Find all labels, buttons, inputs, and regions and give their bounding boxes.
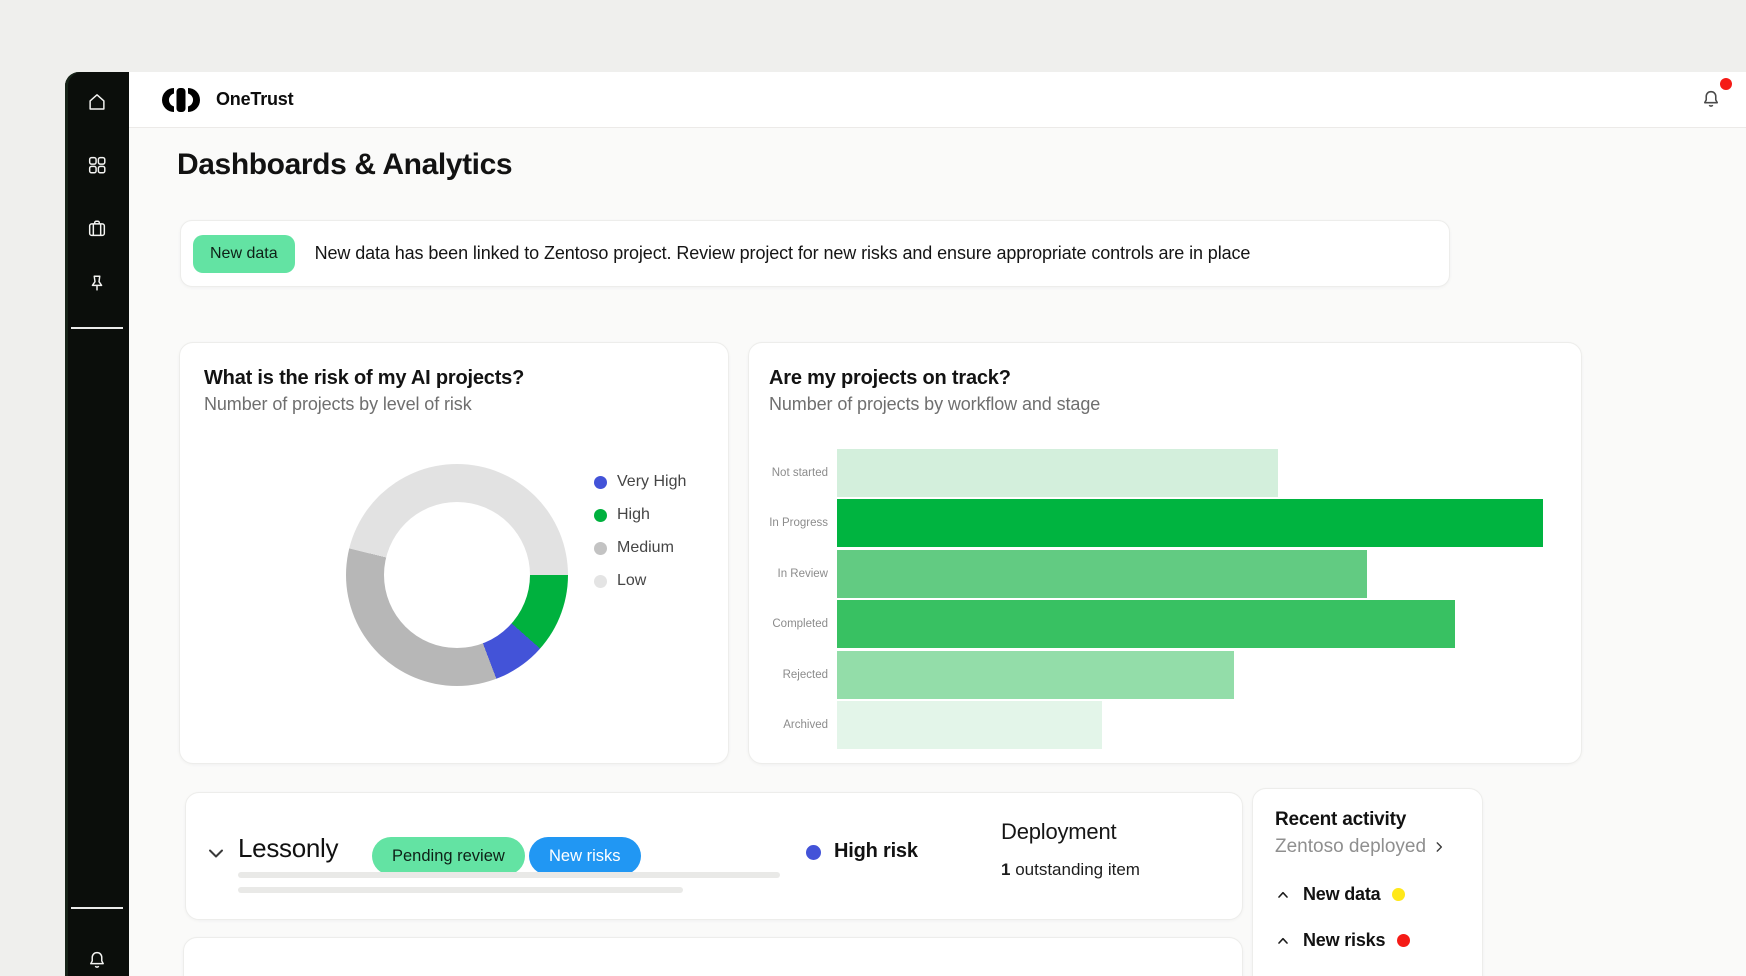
- recent-item-new-risks[interactable]: New risks: [1275, 930, 1460, 951]
- chevron-up-icon[interactable]: [1275, 933, 1291, 949]
- legend-item: Very High: [594, 472, 686, 492]
- bar-row: Completed: [749, 600, 1581, 648]
- donut-hole: [384, 502, 530, 648]
- skeleton-line: [238, 872, 780, 878]
- legend-label: High: [617, 506, 650, 524]
- zentoso-deployed-link[interactable]: Zentoso deployed: [1275, 836, 1460, 858]
- bar-category-label: Completed: [749, 600, 837, 648]
- workflow-chart-title: Are my projects on track?: [769, 367, 1011, 390]
- brand-name: OneTrust: [216, 89, 293, 110]
- zentoso-deployed-label: Zentoso deployed: [1275, 836, 1426, 858]
- bar-row: In Review: [749, 550, 1581, 598]
- risk-chart-card: What is the risk of my AI projects? Numb…: [179, 342, 729, 764]
- high-risk-dot: [806, 845, 821, 860]
- workflow-chart-subtitle: Number of projects by workflow and stage: [769, 394, 1100, 415]
- top-header: OneTrust: [129, 72, 1746, 128]
- legend-item: Low: [594, 571, 686, 591]
- bar-category-label: Rejected: [749, 651, 837, 699]
- bar-row: In Progress: [749, 499, 1581, 547]
- apps-grid-icon[interactable]: [86, 154, 108, 176]
- sidebar-divider: [71, 327, 123, 329]
- page-title: Dashboards & Analytics: [177, 148, 512, 182]
- bar-row: Not started: [749, 449, 1581, 497]
- legend-dot: [594, 476, 607, 489]
- bar-category-label: Archived: [749, 701, 837, 749]
- risk-donut-chart: [346, 464, 568, 686]
- new-data-badge: New data: [193, 235, 295, 273]
- notification-banner: New data New data has been linked to Zen…: [180, 220, 1450, 287]
- main-content: Dashboards & Analytics New data New data…: [129, 128, 1746, 976]
- bell-icon[interactable]: [86, 949, 108, 971]
- risk-chart-title: What is the risk of my AI projects?: [204, 367, 524, 390]
- next-project-row-partial[interactable]: [183, 937, 1243, 976]
- project-row-lessonly[interactable]: Lessonly Pending review New risks High r…: [185, 792, 1243, 920]
- bar-completed: [837, 600, 1455, 648]
- legend-label: Medium: [617, 539, 674, 557]
- legend-dot: [594, 509, 607, 522]
- chevron-down-icon[interactable]: [204, 841, 228, 865]
- bar-category-label: In Progress: [749, 499, 837, 547]
- legend-dot: [594, 542, 607, 555]
- yellow-status-dot: [1392, 888, 1405, 901]
- high-risk-label: High risk: [834, 840, 918, 863]
- sidebar-divider-bottom: [71, 907, 123, 909]
- recent-activity-title: Recent activity: [1275, 809, 1460, 831]
- legend-item: Medium: [594, 538, 686, 558]
- project-name: Lessonly: [238, 833, 338, 864]
- outstanding-label: outstanding item: [1015, 860, 1140, 879]
- outstanding-items: 1 outstanding item: [1001, 860, 1140, 880]
- skeleton-line: [238, 887, 683, 893]
- new-risks-badge[interactable]: New risks: [529, 837, 641, 875]
- chevron-up-icon[interactable]: [1275, 887, 1291, 903]
- banner-message: New data has been linked to Zentoso proj…: [315, 243, 1251, 264]
- home-icon[interactable]: [86, 91, 108, 113]
- recent-item-new-data[interactable]: New data: [1275, 884, 1460, 905]
- sidebar: [65, 72, 129, 976]
- recent-item-label: New risks: [1303, 930, 1385, 951]
- chevron-right-icon: [1432, 840, 1446, 854]
- pin-icon[interactable]: [86, 273, 108, 295]
- onetrust-logo-icon: [159, 88, 203, 112]
- bar-not-started: [837, 449, 1278, 497]
- risk-legend: Very High High Medium Low: [594, 472, 686, 604]
- bar-archived: [837, 701, 1102, 749]
- legend-dot: [594, 575, 607, 588]
- red-status-dot: [1397, 934, 1410, 947]
- workflow-bar-chart: Not startedIn ProgressIn ReviewCompleted…: [749, 449, 1581, 751]
- bar-row: Rejected: [749, 651, 1581, 699]
- recent-item-label: New data: [1303, 884, 1380, 905]
- bar-category-label: In Review: [749, 550, 837, 598]
- risk-chart-subtitle: Number of projects by level of risk: [204, 394, 472, 415]
- bar-in-progress: [837, 499, 1543, 547]
- bar-category-label: Not started: [749, 449, 837, 497]
- legend-item: High: [594, 505, 686, 525]
- legend-label: Low: [617, 572, 646, 590]
- notifications-bell-icon[interactable]: [1700, 88, 1722, 110]
- briefcase-icon[interactable]: [86, 217, 108, 239]
- workflow-chart-card: Are my projects on track? Number of proj…: [748, 342, 1582, 764]
- stage-name: Deployment: [1001, 819, 1116, 845]
- bar-in-review: [837, 550, 1367, 598]
- bar-row: Archived: [749, 701, 1581, 749]
- outstanding-count: 1: [1001, 860, 1010, 879]
- notification-unread-dot: [1720, 78, 1732, 90]
- legend-label: Very High: [617, 473, 686, 491]
- recent-activity-panel: Recent activity Zentoso deployed New dat…: [1252, 788, 1483, 976]
- pending-review-badge[interactable]: Pending review: [372, 837, 525, 875]
- bar-rejected: [837, 651, 1234, 699]
